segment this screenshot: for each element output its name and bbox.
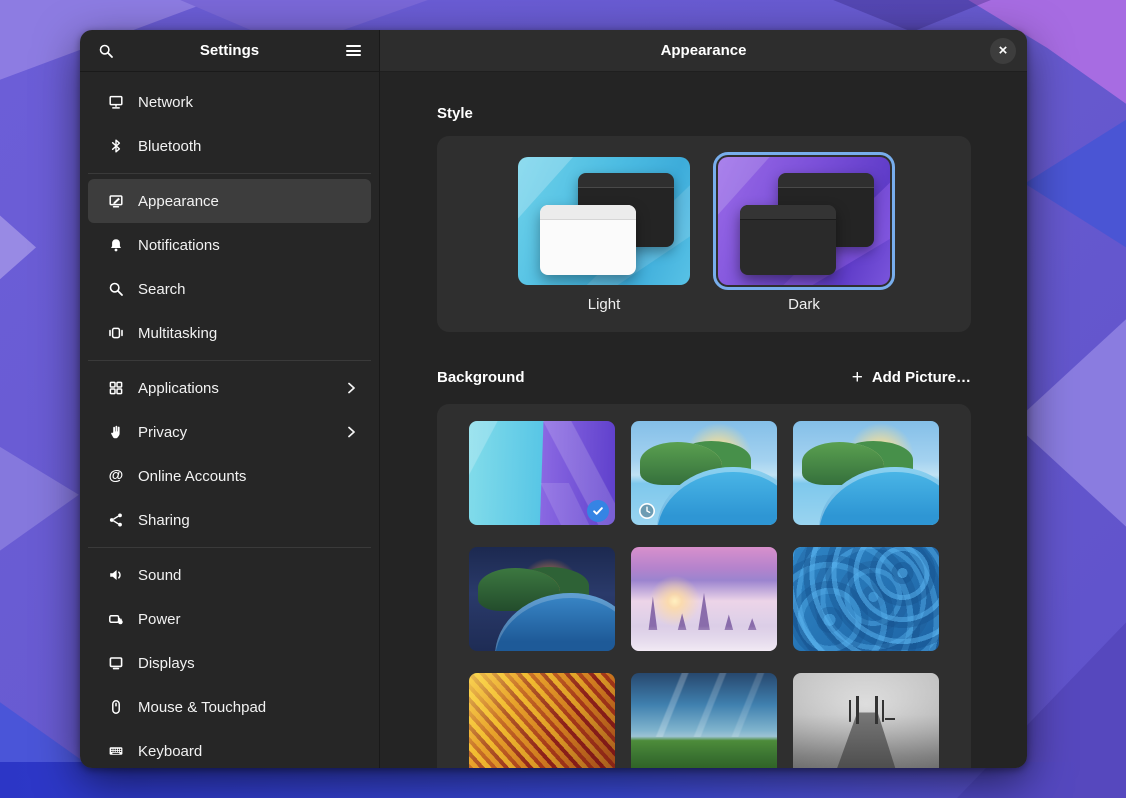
sidebar-item-label: Keyboard <box>138 743 359 760</box>
sidebar-item-label: Search <box>138 281 359 298</box>
add-picture-label: Add Picture… <box>872 369 971 386</box>
hamburger-icon <box>346 43 361 59</box>
preview-front-window <box>540 205 636 275</box>
sidebar-item-bluetooth[interactable]: Bluetooth <box>88 124 371 168</box>
sidebar-item-label: Bluetooth <box>138 138 359 155</box>
wallpaper-coast-dark[interactable] <box>469 547 615 651</box>
sidebar-separator <box>88 360 371 361</box>
battery-plug-icon <box>108 611 124 627</box>
style-option-light[interactable]: Light <box>518 157 690 332</box>
bluetooth-icon <box>108 138 124 154</box>
dynamic-clock-badge <box>638 502 656 520</box>
sidebar-item-multitasking[interactable]: Multitasking <box>88 311 371 355</box>
wallpaper-default-split[interactable] <box>469 421 615 525</box>
share-icon <box>108 512 124 528</box>
sidebar-headerbar: Settings <box>80 30 379 72</box>
sidebar-item-sharing[interactable]: Sharing <box>88 498 371 542</box>
sidebar-separator <box>88 173 371 174</box>
display-icon <box>108 655 124 671</box>
wallpaper-monochrome-pier[interactable] <box>793 673 939 768</box>
sidebar-item-network[interactable]: Network <box>88 80 371 124</box>
sidebar-item-keyboard[interactable]: Keyboard <box>88 729 371 768</box>
sidebar-item-mouse-touchpad[interactable]: Mouse & Touchpad <box>88 685 371 729</box>
mouse-icon <box>108 699 124 715</box>
sidebar-item-power[interactable]: Power <box>88 597 371 641</box>
sidebar-item-sound[interactable]: Sound <box>88 553 371 597</box>
background-heading: Background <box>437 369 525 386</box>
sidebar-item-label: Multitasking <box>138 325 359 342</box>
add-picture-button[interactable]: + Add Picture… <box>848 363 975 392</box>
at-icon: @ <box>108 468 124 484</box>
sidebar-title: Settings <box>122 42 337 59</box>
sidebar-item-online-accounts[interactable]: @ Online Accounts <box>88 454 371 498</box>
sidebar-item-search[interactable]: Search <box>88 267 371 311</box>
wallpaper-grid <box>469 421 939 768</box>
sidebar-item-label: Displays <box>138 655 359 672</box>
hand-icon <box>108 424 124 440</box>
settings-window: Settings Network Bluetooth Appearance No <box>80 30 1027 768</box>
wallpaper-winter-sunset[interactable] <box>631 547 777 651</box>
light-style-preview <box>518 157 690 285</box>
style-option-dark[interactable]: Dark <box>718 157 890 332</box>
chevron-right-icon <box>343 424 359 440</box>
page-title: Appearance <box>380 42 1027 59</box>
keyboard-icon <box>108 743 124 759</box>
sidebar-item-label: Sharing <box>138 512 359 529</box>
app-grid-icon <box>108 380 124 396</box>
clock-icon <box>638 502 656 520</box>
sidebar-item-appearance[interactable]: Appearance <box>88 179 371 223</box>
wallpaper-coast-dynamic[interactable] <box>631 421 777 525</box>
close-button[interactable]: × <box>990 38 1016 64</box>
check-icon <box>591 504 605 518</box>
sidebar-item-label: Notifications <box>138 237 359 254</box>
sidebar-item-label: Power <box>138 611 359 628</box>
sidebar-item-applications[interactable]: Applications <box>88 366 371 410</box>
dark-style-preview <box>718 157 890 285</box>
background-card <box>437 404 971 768</box>
selected-check-badge <box>587 500 609 522</box>
search-button[interactable] <box>90 36 122 66</box>
sidebar-nav: Network Bluetooth Appearance Notificatio… <box>80 72 379 768</box>
wallpaper-green-field[interactable] <box>631 673 777 768</box>
sidebar-item-label: Sound <box>138 567 359 584</box>
sidebar-item-label: Mouse & Touchpad <box>138 699 359 716</box>
sidebar-item-label: Applications <box>138 380 329 397</box>
wallpaper-coast-light[interactable] <box>793 421 939 525</box>
sidebar-item-label: Appearance <box>138 193 359 210</box>
chevron-right-icon <box>343 380 359 396</box>
sidebar-item-displays[interactable]: Displays <box>88 641 371 685</box>
wallpaper-orange-fabric[interactable] <box>469 673 615 768</box>
speaker-icon <box>108 567 124 583</box>
multitasking-icon <box>108 325 124 341</box>
style-card: Light Dark <box>437 136 971 332</box>
background-section-header: Background + Add Picture… <box>437 363 971 392</box>
sidebar-separator <box>88 547 371 548</box>
sidebar-item-label: Online Accounts <box>138 468 359 485</box>
bell-icon <box>108 237 124 253</box>
menu-button[interactable] <box>337 36 369 66</box>
main-pane: Appearance × Style Light <box>380 30 1027 768</box>
plus-icon: + <box>852 371 863 385</box>
preview-front-window <box>740 205 836 275</box>
sidebar-item-label: Privacy <box>138 424 329 441</box>
network-icon <box>108 94 124 110</box>
sidebar-item-privacy[interactable]: Privacy <box>88 410 371 454</box>
appearance-icon <box>108 193 124 209</box>
close-icon: × <box>999 43 1008 58</box>
sidebar: Settings Network Bluetooth Appearance No <box>80 30 380 768</box>
sidebar-item-notifications[interactable]: Notifications <box>88 223 371 267</box>
appearance-content: Style Light Dark <box>380 72 1027 768</box>
style-section-heading: Style <box>437 105 971 122</box>
wallpaper-blue-pretzels[interactable] <box>793 547 939 651</box>
style-option-label: Dark <box>788 296 820 313</box>
sidebar-item-label: Network <box>138 94 359 111</box>
search-icon <box>108 281 124 297</box>
style-option-label: Light <box>588 296 621 313</box>
main-headerbar: Appearance × <box>380 30 1027 72</box>
search-icon <box>98 43 114 59</box>
